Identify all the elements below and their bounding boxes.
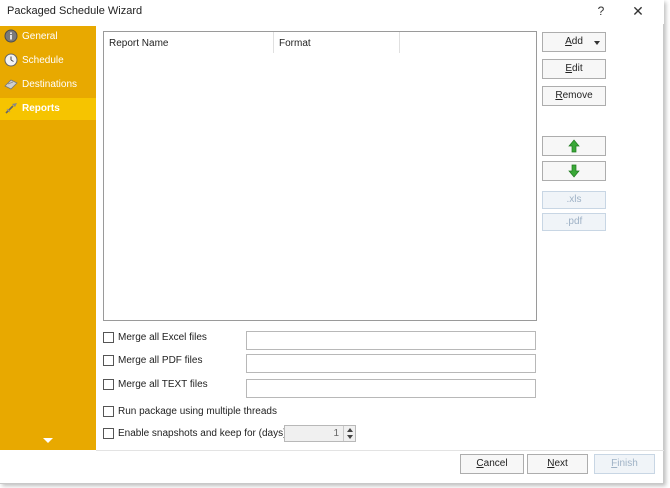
merge-text-label: Merge all TEXT files: [118, 379, 208, 390]
multi-threads-checkbox[interactable]: [103, 406, 114, 417]
remove-button-mnemonic: R: [555, 90, 563, 101]
snapshots-option: Enable snapshots and keep for (days): [103, 427, 287, 441]
sidebar-item-general[interactable]: General: [0, 26, 96, 48]
snapshots-checkbox[interactable]: [103, 428, 114, 439]
arrow-down-icon: [568, 164, 580, 178]
merge-pdf-option: Merge all PDF files: [103, 354, 243, 368]
merge-pdf-label: Merge all PDF files: [118, 355, 203, 366]
finish-button[interactable]: Finish: [594, 454, 655, 474]
merge-text-option: Merge all TEXT files: [103, 378, 243, 392]
multi-threads-option: Run package using multiple threads: [103, 405, 303, 419]
sidebar-item-reports[interactable]: Reports: [0, 98, 96, 120]
chevron-down-icon: [594, 41, 600, 45]
move-down-button[interactable]: [542, 161, 606, 181]
remove-button-label-rest: emove: [562, 90, 593, 101]
next-button[interactable]: Next: [527, 454, 588, 474]
remove-button[interactable]: Remove: [542, 86, 606, 106]
multi-threads-label: Run package using multiple threads: [118, 406, 277, 417]
merge-excel-filename-field[interactable]: [246, 331, 536, 350]
pdf-button[interactable]: .pdf: [542, 213, 606, 231]
merge-excel-checkbox[interactable]: [103, 332, 114, 343]
sidebar-item-label: General: [22, 31, 58, 42]
snapshot-days-spinner[interactable]: 1: [284, 425, 356, 442]
title-bar: Packaged Schedule Wizard ? ✕: [0, 0, 664, 24]
add-button-mnemonic: A: [565, 36, 572, 47]
merge-pdf-filename-field[interactable]: [246, 354, 536, 373]
close-button[interactable]: ✕: [630, 3, 646, 19]
chevron-down-icon[interactable]: [43, 438, 53, 443]
info-icon: [4, 29, 18, 43]
cancel-button-mnemonic: C: [476, 458, 484, 469]
cancel-button[interactable]: Cancel: [460, 454, 524, 474]
merge-pdf-checkbox[interactable]: [103, 355, 114, 366]
add-button[interactable]: Add: [542, 32, 606, 52]
cancel-button-label-rest: ancel: [483, 458, 508, 469]
spin-down-icon[interactable]: [347, 435, 353, 439]
footer-divider: [96, 450, 664, 451]
sidebar-item-label: Reports: [22, 103, 60, 114]
merge-excel-option: Merge all Excel files: [103, 331, 243, 345]
edit-button[interactable]: Edit: [542, 59, 606, 79]
destinations-icon: [4, 79, 18, 90]
column-header-report-name[interactable]: Report Name: [104, 32, 274, 53]
snapshot-days-value: 1: [333, 428, 339, 439]
reports-list-header: Report Name Format: [104, 32, 536, 53]
next-button-label-rest: ext: [554, 458, 568, 469]
sidebar-item-label: Schedule: [22, 55, 64, 66]
window-title: Packaged Schedule Wizard: [7, 5, 143, 17]
xls-button[interactable]: .xls: [542, 191, 606, 209]
help-button[interactable]: ?: [594, 4, 608, 20]
wizard-window: Packaged Schedule Wizard ? ✕ General Sch…: [0, 0, 664, 484]
merge-excel-label: Merge all Excel files: [118, 332, 207, 343]
spinner-buttons: [343, 426, 355, 441]
column-header-format[interactable]: Format: [274, 32, 400, 53]
move-up-button[interactable]: [542, 136, 606, 156]
sidebar-item-label: Destinations: [22, 79, 78, 90]
edit-button-label-rest: dit: [572, 63, 583, 74]
wizard-sidebar: General Schedule Destinations Reports: [0, 26, 96, 450]
sidebar-item-schedule[interactable]: Schedule: [0, 50, 96, 72]
sidebar-item-destinations[interactable]: Destinations: [0, 74, 96, 96]
spin-up-icon[interactable]: [347, 428, 353, 432]
snapshots-label: Enable snapshots and keep for (days): [118, 428, 287, 439]
clock-icon: [4, 53, 18, 67]
add-button-label-rest: dd: [571, 36, 583, 47]
arrow-up-icon: [568, 139, 580, 153]
merge-text-filename-field[interactable]: [246, 379, 536, 398]
finish-button-label-rest: inish: [617, 458, 638, 469]
reports-list[interactable]: Report Name Format: [103, 31, 537, 321]
merge-text-checkbox[interactable]: [103, 379, 114, 390]
reports-icon: [5, 103, 17, 114]
